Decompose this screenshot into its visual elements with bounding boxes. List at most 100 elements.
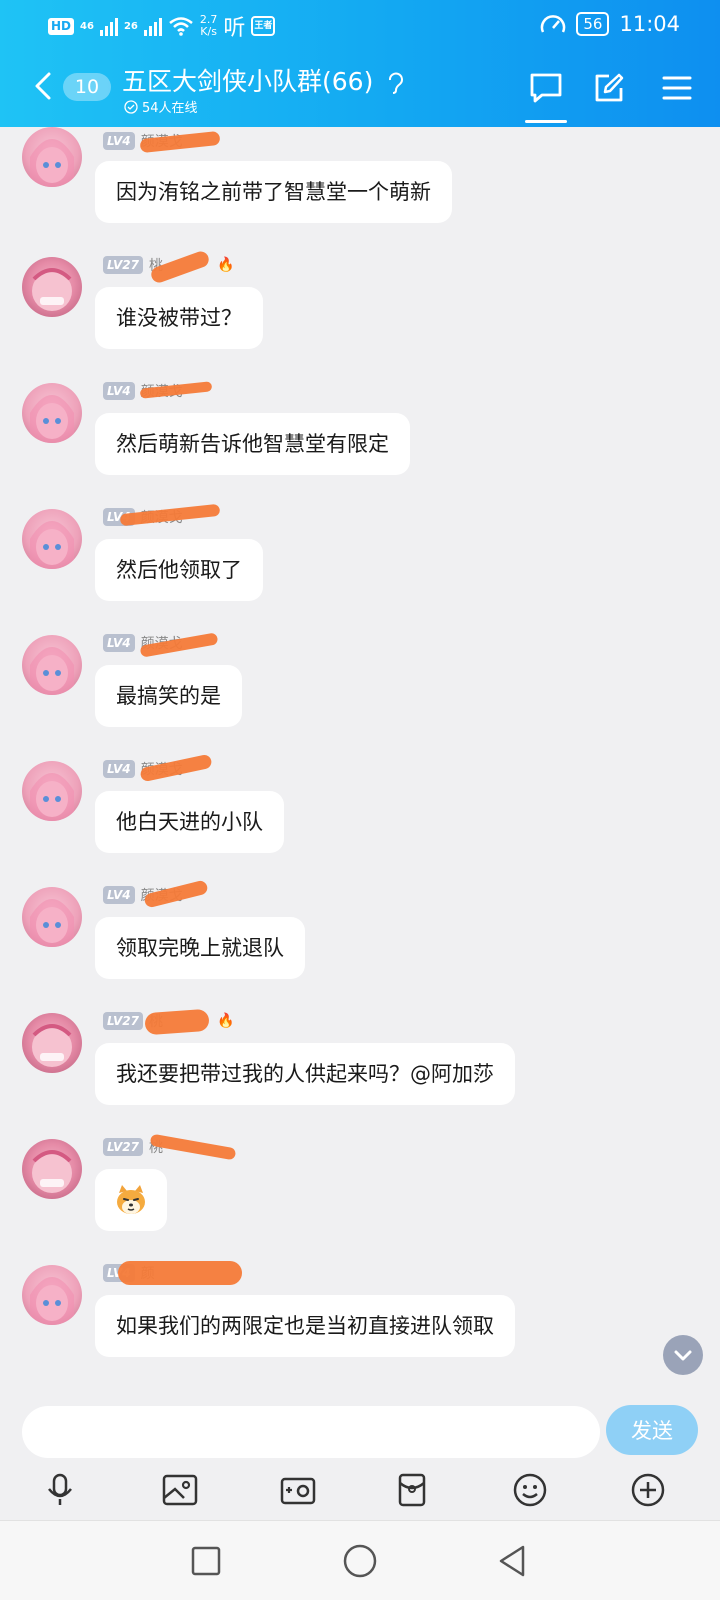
active-tab-indicator [525,120,567,123]
send-button[interactable]: 发送 [606,1405,698,1455]
message-bubble[interactable]: 谁没被带过？ [95,287,263,349]
avatar[interactable] [22,383,82,443]
red-packet-icon [398,1473,426,1507]
message-item: LV4颜漠戈 然后萌新告诉他智慧堂有限定 [0,379,720,505]
input-bar: 发送 [0,1394,720,1460]
level-badge: LV4 [103,634,135,652]
square-icon [191,1546,221,1576]
avatar[interactable] [22,635,82,695]
system-back-button[interactable] [490,1539,534,1583]
avatar[interactable] [22,761,82,821]
home-button[interactable] [338,1539,382,1583]
system-nav-bar [0,1520,720,1600]
signal-4g-label: 46 [80,20,94,32]
camera-button[interactable] [276,1468,320,1512]
message-bubble[interactable]: 然后萌新告诉他智慧堂有限定 [95,413,410,475]
avatar[interactable] [22,1265,82,1325]
ear-icon [389,72,404,94]
nav-bar: 10 五区大剑侠小队群(66) 54人在线 [0,54,720,124]
avatar[interactable] [22,1139,82,1199]
redaction-mark [118,1261,242,1285]
clock: 11:04 [619,12,680,36]
check-circle-icon [124,99,138,114]
scroll-to-bottom-button[interactable] [663,1335,703,1375]
wifi-icon [169,17,193,36]
microphone-icon [48,1473,72,1505]
signal-icon [99,16,118,36]
message-item: LV27桃🔥 谁没被带过？ [0,249,720,379]
hd-badge: HD [48,17,75,35]
group-title[interactable]: 五区大剑侠小队群(66) [122,62,404,98]
signal-2g-label: 26 [123,20,138,32]
back-button[interactable] [28,66,58,106]
compose-button[interactable] [587,68,631,108]
chat-tab-button[interactable] [524,68,568,108]
level-badge: LV27 [103,256,143,274]
speedometer-icon [541,15,566,33]
chat-bubble-icon [530,73,562,103]
message-bubble[interactable] [95,1169,167,1231]
online-count: 54人在线 [142,101,198,116]
fire-icon: 🔥 [216,257,235,273]
unread-count-badge[interactable]: 10 [63,73,111,101]
message-bubble[interactable]: 他白天进的小队 [95,791,284,853]
avatar[interactable] [22,509,82,569]
edit-icon [595,73,624,102]
triangle-back-icon [499,1545,525,1577]
input-toolbar [0,1460,720,1520]
message-bubble[interactable]: 领取完晚上就退队 [95,917,305,979]
camera-icon [280,1477,316,1505]
message-item: LV27桃🔥 我还要把带过我的人供起来吗？@阿加莎 [0,1008,720,1135]
more-button[interactable] [626,1468,670,1512]
image-icon [162,1474,198,1506]
app-header: HD 46 26 2.7 K/s 听 王者 56 11:04 10 五区大剑侠小队… [0,0,720,127]
message-bubble[interactable]: 最搞笑的是 [95,665,242,727]
level-badge: LV4 [103,382,135,400]
game-app-icon: 王者 [251,16,276,36]
chevron-left-icon [35,72,51,100]
circle-icon [343,1544,377,1578]
chevron-down-icon [674,1350,692,1361]
hamburger-icon [662,76,692,100]
avatar[interactable] [22,257,82,317]
redaction-mark [144,1008,210,1036]
signal-icon-2 [143,16,162,36]
listen-app-icon: 听 [223,16,246,41]
message-bubble[interactable]: 因为洧铭之前带了智慧堂一个萌新 [95,161,452,223]
level-badge: LV27 [103,1012,143,1030]
group-title-text: 五区大剑侠小队群(66) [122,67,374,96]
avatar[interactable] [22,127,82,187]
level-badge: LV27 [103,1138,143,1156]
voice-button[interactable] [38,1468,82,1512]
recents-button[interactable] [184,1539,228,1583]
message-input[interactable] [22,1406,600,1458]
message-item: LV4颜漠戈 然后他领取了 [0,503,720,631]
emoji-button[interactable] [508,1468,552,1512]
chat-message-list[interactable]: LV4颜漠戈 因为洧铭之前带了智慧堂一个萌新 LV27桃🔥 谁没被带过？ LV4… [0,127,720,1394]
fire-icon: 🔥 [216,1013,235,1029]
message-bubble[interactable]: 如果我们的两限定也是当初直接进队领取 [95,1295,515,1357]
smiley-icon [513,1473,547,1507]
message-item: LV4颜漠戈 因为洧铭之前带了智慧堂一个萌新 [0,127,720,253]
message-bubble[interactable]: 然后他领取了 [95,539,263,601]
battery-indicator: 56 [576,12,610,36]
status-bar: HD 46 26 2.7 K/s 听 王者 56 11:04 [0,0,720,50]
shiba-emoji-icon [117,1185,145,1214]
menu-button[interactable] [655,68,699,108]
message-item: LV4颜 如果我们的两限定也是当初直接进队领取 [0,1261,720,1387]
message-item: LV4颜漠戈 最搞笑的是 [0,631,720,757]
network-speed: 2.7 K/s [200,14,218,38]
message-item: LV4颜漠戈 他白天进的小队 [0,753,720,883]
message-bubble[interactable]: 我还要把带过我的人供起来吗？@阿加莎 [95,1043,515,1105]
red-packet-button[interactable] [390,1468,434,1512]
avatar[interactable] [22,887,82,947]
level-badge: LV4 [103,132,135,150]
message-item: LV27 桃 [0,1133,720,1261]
plus-circle-icon [631,1473,665,1507]
network-speed-unit: K/s [200,25,217,38]
image-button[interactable] [158,1468,202,1512]
online-status: 54人在线 [124,97,198,116]
avatar[interactable] [22,1013,82,1073]
message-item: LV4颜漠戈 领取完晚上就退队 [0,879,720,1009]
level-badge: LV4 [103,760,135,778]
